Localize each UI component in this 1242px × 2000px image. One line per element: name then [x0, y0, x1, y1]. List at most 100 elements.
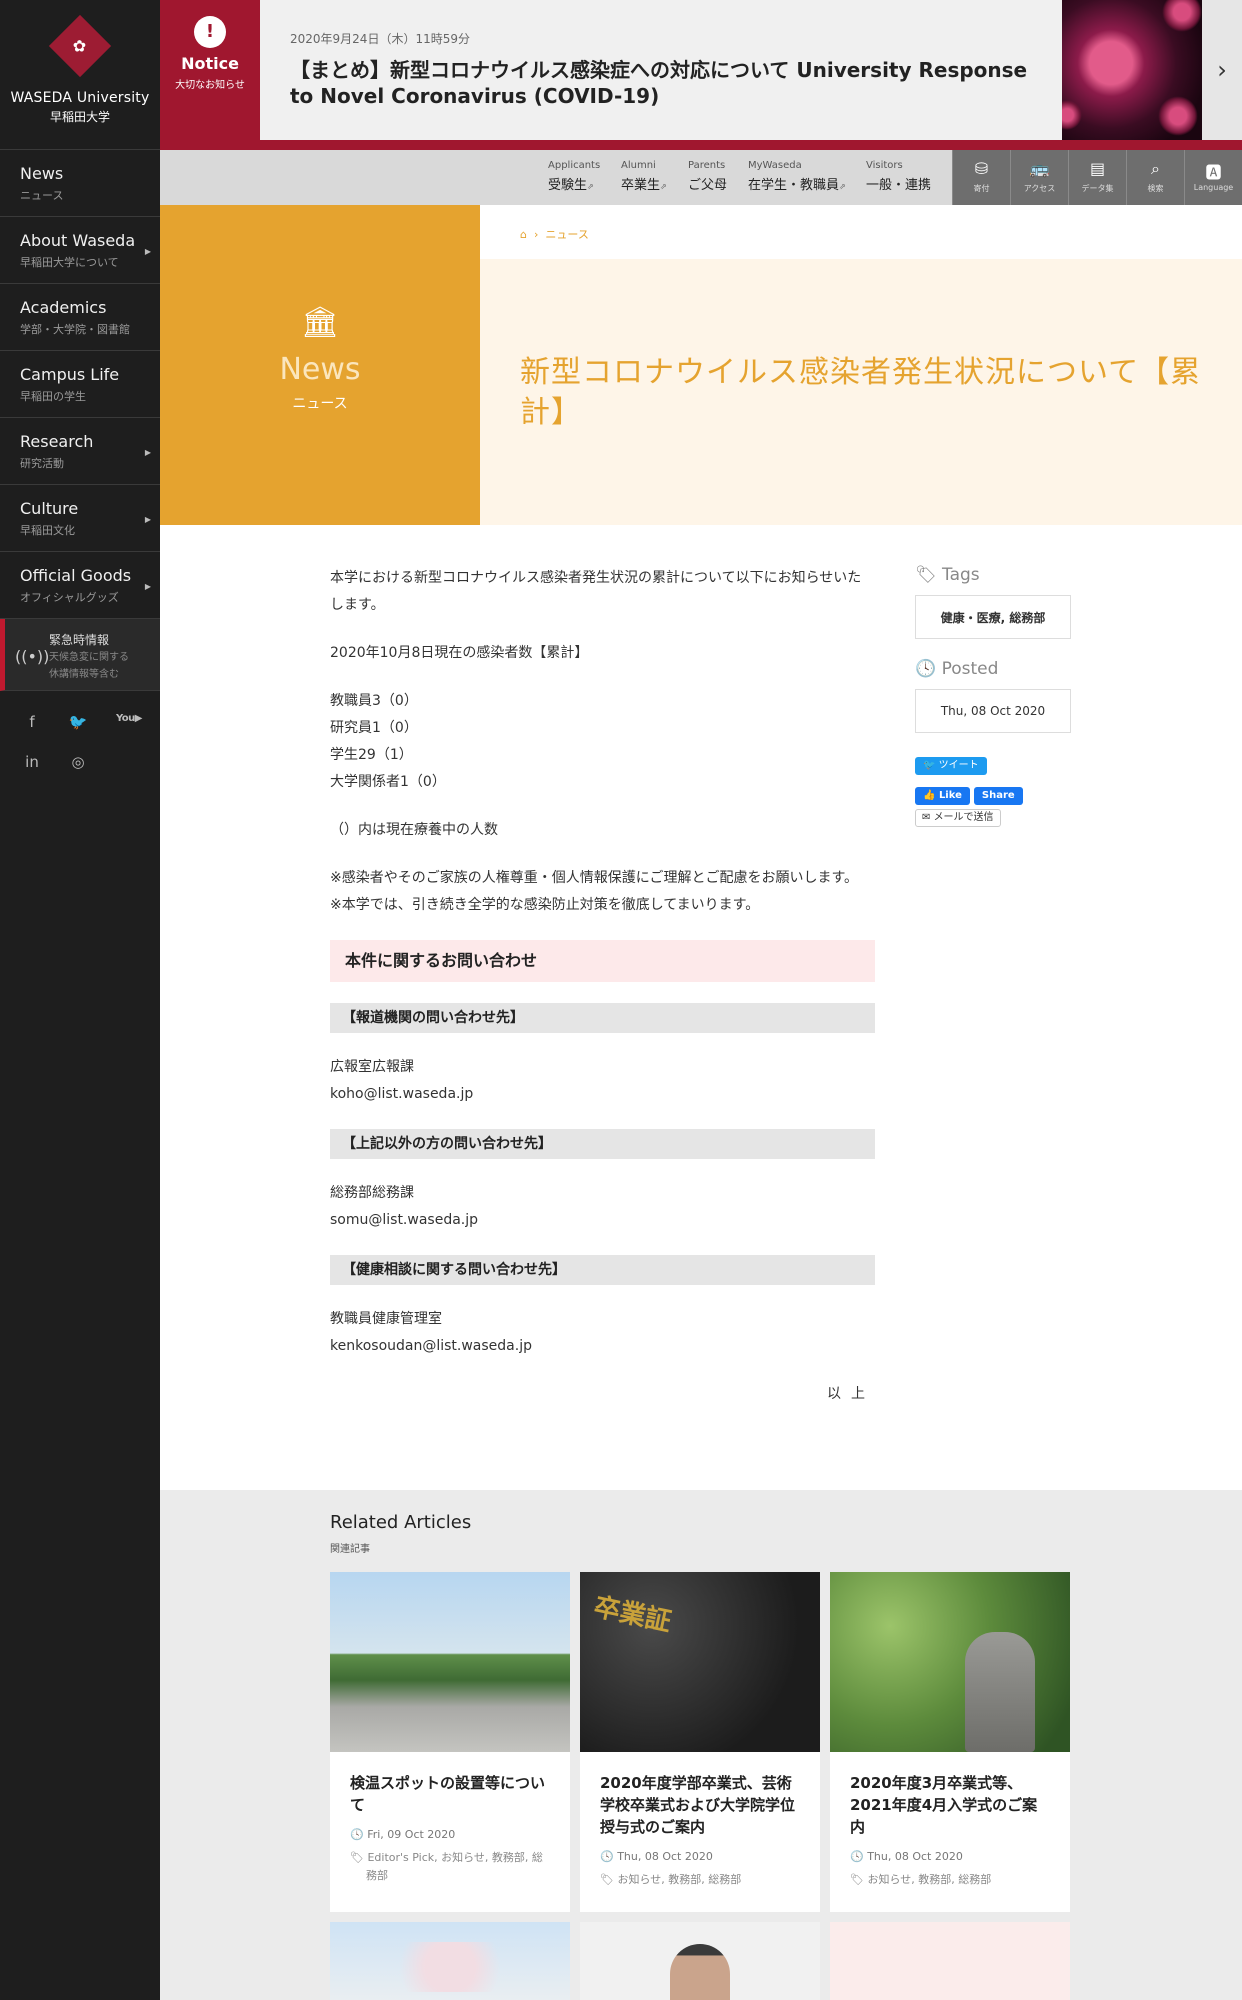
breadcrumb-separator-icon: › — [530, 228, 542, 241]
sidebar-item-label: About Waseda — [20, 231, 136, 250]
sidebar-item-research[interactable]: Research 研究活動 ▶ — [0, 418, 160, 485]
caret-right-icon: ▶ — [144, 515, 151, 524]
related-card[interactable]: 卒業証 2020年度学部卒業式、芸術学校卒業式および大学院学位授与式のご案内 🕓… — [580, 1572, 820, 1912]
audience-label-en: Applicants — [548, 160, 601, 171]
facebook-icon[interactable]: f — [22, 713, 42, 731]
cherry-blossom-image — [370, 1942, 530, 1992]
related-card-date-text: Fri, 09 Oct 2020 — [367, 1828, 456, 1841]
sidebar-item-news[interactable]: News ニュース — [0, 150, 160, 217]
emergency-sub-2: 休講情報等含む — [49, 669, 119, 680]
sidebar-item-sublabel: ニュース — [20, 189, 64, 202]
audience-visitors[interactable]: Visitors 一般・連携 — [866, 160, 931, 193]
external-icon: ⇗ — [660, 182, 667, 191]
audience-label-ja: ご父母 — [688, 178, 728, 193]
mail-share-button[interactable]: ✉ メールで送信 — [915, 809, 1001, 827]
linkedin-icon[interactable]: in — [22, 753, 42, 771]
search-icon: ⌕ — [1151, 159, 1160, 178]
contact-email-link[interactable]: kenkosoudan@list.waseda.jp — [330, 1338, 532, 1354]
breadcrumb-news-link[interactable]: ニュース — [545, 228, 588, 241]
contact-email-link[interactable]: koho@list.waseda.jp — [330, 1086, 473, 1102]
related-card-title: 検温スポットの設置等について — [350, 1774, 546, 1814]
article-request-2: ※本学では、引き続き全学的な感染防止対策を徹底してまいります。 — [330, 897, 760, 913]
donate-icon: ⛁ — [974, 159, 989, 178]
youtube-icon[interactable]: You▶ — [114, 713, 144, 731]
sidebar-item-campus-life[interactable]: Campus Life 早稲田の学生 — [0, 351, 160, 418]
instagram-icon[interactable]: ◎ — [68, 753, 88, 771]
data-button[interactable]: ▤ データ集 — [1068, 150, 1126, 205]
contact-press: 広報室広報課 koho@list.waseda.jp — [330, 1054, 875, 1108]
emergency-sub-1: 天候急変に関する — [49, 652, 129, 663]
audience-mywaseda[interactable]: MyWaseda 在学生・教職員⇗ — [748, 160, 846, 193]
contact-dept: 広報室広報課 — [330, 1059, 414, 1075]
sidebar-item-label: Campus Life — [20, 365, 120, 384]
sidebar-item-culture[interactable]: Culture 早稲田文化 ▶ — [0, 485, 160, 552]
clock-icon: 🕓 — [600, 1850, 618, 1863]
related-card[interactable]: 検温スポットの設置等について 🕓 Fri, 09 Oct 2020 🏷 Edit… — [330, 1572, 570, 1912]
related-card-partial[interactable] — [330, 1922, 570, 2000]
notice-date: 2020年9月24日（木）11時59分 — [290, 32, 470, 46]
related-card-date-text: Thu, 08 Oct 2020 — [617, 1850, 713, 1863]
notice-link[interactable]: 2020年9月24日（木）11時59分 【まとめ】新型コロナウイルス感染症への対… — [260, 0, 1062, 140]
audience-label-ja-wrap: 受験生⇗ — [548, 174, 600, 193]
article-request-1: ※感染者やそのご家族の人権尊重・個人情報保護にご理解とご配慮をお願いします。 — [330, 870, 859, 886]
home-icon[interactable]: ⌂ — [520, 228, 527, 241]
utility-nav: ⛁ 寄付 🚌 アクセス ▤ データ集 ⌕ 検索 🅰 Language — [952, 150, 1242, 205]
related-card-partial[interactable] — [580, 1922, 820, 2000]
language-button[interactable]: 🅰 Language — [1184, 150, 1242, 205]
article-intro: 本学における新型コロナウイルス感染者発生状況の累計について以下にお知らせいたしま… — [330, 570, 862, 613]
tags-heading: 🏷 Tags — [915, 565, 1071, 585]
related-card-partial[interactable] — [830, 1922, 1070, 2000]
related-card-title: 2020年度学部卒業式、芸術学校卒業式および大学院学位授与式のご案内 — [600, 1774, 796, 1836]
contact-email-link[interactable]: somu@list.waseda.jp — [330, 1212, 478, 1228]
coronavirus-image[interactable] — [1062, 0, 1202, 140]
language-icon: 🅰 — [1205, 163, 1222, 182]
case-count-affiliates: 大学関係者1（0） — [330, 774, 446, 790]
clock-icon: 🕓 — [350, 1828, 368, 1841]
audience-label-en: Parents — [688, 160, 726, 171]
notice-title: 【まとめ】新型コロナウイルス感染症への対応について University Res… — [290, 58, 1028, 108]
search-button[interactable]: ⌕ 検索 — [1126, 150, 1184, 205]
sidebar-item-academics[interactable]: Academics 学部・大学院・図書館 — [0, 284, 160, 351]
facebook-like-button[interactable]: 👍 Like — [915, 787, 970, 805]
audience-alumni[interactable]: Alumni 卒業生⇗ — [621, 160, 667, 193]
related-card-date: 🕓 Thu, 08 Oct 2020 — [830, 1838, 1070, 1863]
donate-button[interactable]: ⛁ 寄付 — [952, 150, 1010, 205]
facebook-share-button[interactable]: Share — [973, 787, 1023, 805]
caret-right-icon: ▶ — [144, 448, 151, 457]
related-card-tags-text: Editor's Pick, お知らせ, 教務部, 総務部 — [366, 1851, 543, 1882]
related-card-title: 2020年度3月卒業式等、2021年度4月入学式のご案内 — [850, 1774, 1038, 1836]
audience-applicants[interactable]: Applicants 受験生⇗ — [548, 160, 600, 193]
article-requests: ※感染者やそのご家族の人権尊重・個人情報保護にご理解とご配慮をお願いします。 ※… — [330, 865, 875, 919]
contact-general: 総務部総務課 somu@list.waseda.jp — [330, 1180, 875, 1234]
university-logo[interactable]: ✿ WASEDA University 早稲田大学 — [0, 0, 160, 150]
share-buttons: 🐦 ツイート 👍 Like Share ✉ メールで送信 — [915, 753, 1071, 827]
audience-parents[interactable]: Parents ご父母 — [688, 160, 727, 193]
sidebar-item-sublabel: 学部・大学院・図書館 — [20, 323, 130, 336]
like-label: Like — [938, 790, 962, 801]
sidebar-item-label: Official Goods — [20, 566, 132, 585]
case-count-researchers: 研究員1（0） — [330, 720, 418, 736]
related-card-date: 🕓 Fri, 09 Oct 2020 — [330, 1816, 570, 1841]
notice-next-button[interactable]: › — [1202, 0, 1242, 140]
sidebar-item-about[interactable]: About Waseda 早稲田大学について ▶ — [0, 217, 160, 284]
utility-label: データ集 — [1081, 184, 1114, 193]
twitter-icon[interactable]: 🐦 — [68, 713, 88, 731]
clock-icon: 🕓 — [850, 1850, 868, 1863]
access-button[interactable]: 🚌 アクセス — [1010, 150, 1068, 205]
article-closing: 以上 — [827, 1386, 875, 1402]
sidebar-item-official-goods[interactable]: Official Goods オフィシャルグッズ ▶ — [0, 552, 160, 619]
tags-value-link[interactable]: 健康・医療, 総務部 — [915, 595, 1071, 639]
related-card[interactable]: 2020年度3月卒業式等、2021年度4月入学式のご案内 🕓 Thu, 08 O… — [830, 1572, 1070, 1912]
portrait-image — [670, 1944, 730, 2000]
twitter-icon: 🐦 — [923, 760, 939, 771]
utility-label: 寄付 — [973, 184, 990, 193]
sidebar-item-label: Culture — [20, 499, 79, 518]
article-body: 本学における新型コロナウイルス感染者発生状況の累計について以下にお知らせいたしま… — [330, 565, 875, 1429]
notice-sublabel: 大切なお知らせ — [175, 80, 245, 91]
emergency-info-link[interactable]: ((•)) 緊急時情報 天候急変に関する 休講情報等含む — [0, 619, 160, 691]
contact-dept: 教職員健康管理室 — [330, 1311, 442, 1327]
tweet-button[interactable]: 🐦 ツイート — [915, 757, 987, 775]
thumbs-up-icon: 👍 — [923, 790, 939, 801]
tag-icon: 🏷 — [350, 1851, 368, 1864]
audience-label-ja: 一般・連携 — [866, 178, 932, 193]
